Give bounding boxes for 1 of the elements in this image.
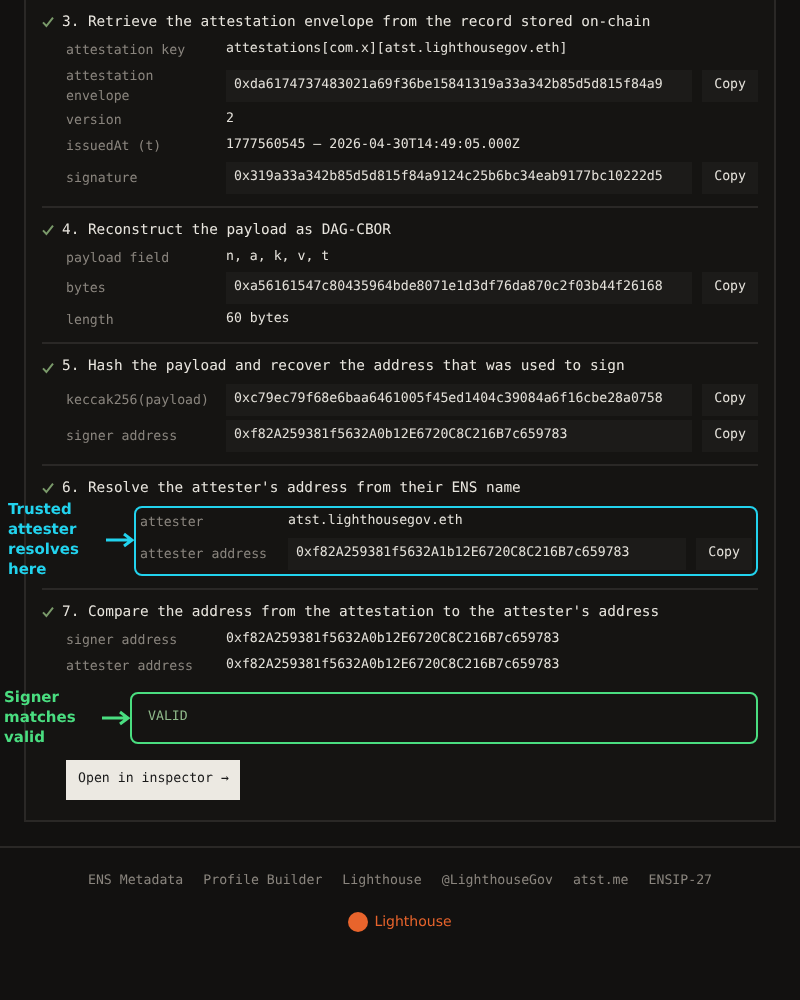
logo-icon (348, 912, 369, 933)
